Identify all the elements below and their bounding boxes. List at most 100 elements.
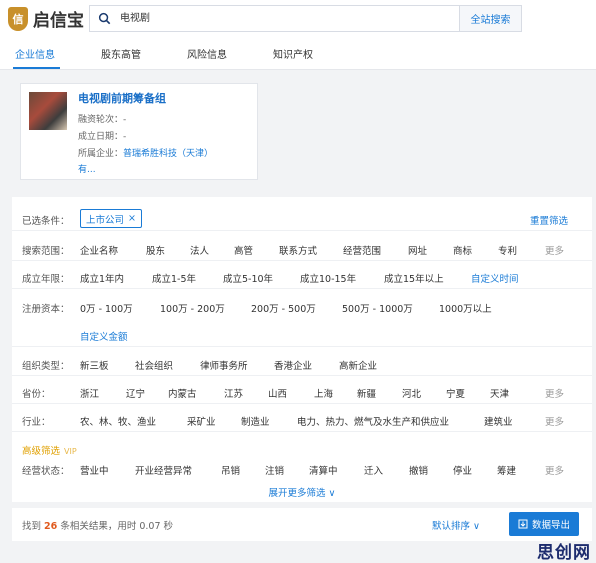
scope-option[interactable]: 企业名称 (80, 243, 118, 257)
capital-option[interactable]: 200万 - 500万 (251, 301, 316, 315)
more-toggle[interactable]: 更多 (545, 386, 564, 400)
industry-option[interactable]: 农、林、牧、渔业 (80, 414, 156, 428)
scope-option[interactable]: 商标 (453, 243, 472, 257)
custom-amount-link[interactable]: 自定义金额 (80, 329, 128, 343)
site-search-button[interactable]: 全站搜索 (460, 5, 522, 32)
registered-capital-row: 注册资本： 0万 - 100万 100万 - 200万 200万 - 500万 … (12, 295, 592, 319)
parent-company-label: 所属企业： (78, 149, 124, 159)
search-input[interactable] (120, 11, 440, 22)
parent-company-link[interactable]: 普瑞希胜科技（天津） (123, 149, 213, 159)
scope-option[interactable]: 专利 (498, 243, 517, 257)
status-option[interactable]: 吊销 (221, 463, 240, 477)
status-option[interactable]: 停业 (453, 463, 472, 477)
custom-time-link[interactable]: 自定义时间 (471, 271, 519, 285)
more-toggle[interactable]: 更多 (545, 243, 564, 257)
industry-option[interactable]: 建筑业 (484, 414, 513, 428)
status-option[interactable]: 清算中 (309, 463, 338, 477)
search-scope-row: 搜索范围： 企业名称 股东 法人 高管 联系方式 经营范围 网址 商标 专利 更… (12, 237, 592, 261)
export-icon (518, 519, 528, 529)
province-row: 省份： 浙江 辽宁 内蒙古 江苏 山西 上海 新疆 河北 宁夏 天津 更多 (12, 380, 592, 404)
funding-round: 融资轮次：- (78, 115, 127, 125)
close-icon[interactable]: × (128, 213, 136, 224)
province-option[interactable]: 浙江 (80, 386, 99, 400)
export-label: 数据导出 (531, 520, 570, 531)
company-card[interactable]: 电视剧前期筹备组 融资轮次：- 成立日期：- 所属企业：普瑞希胜科技（天津） 有… (20, 83, 258, 180)
selected-conditions-row: 已选条件： 上市公司 × 重置筛选 (12, 207, 592, 231)
active-tab-indicator (13, 67, 60, 69)
status-option[interactable]: 注销 (265, 463, 284, 477)
status-option[interactable]: 撤销 (409, 463, 428, 477)
status-option[interactable]: 营业中 (80, 463, 109, 477)
app-name: 启信宝 (33, 11, 84, 31)
org-option[interactable]: 高新企业 (339, 358, 377, 372)
chip-label: 上市公司 (86, 214, 125, 226)
org-option[interactable]: 律师事务所 (200, 358, 248, 372)
industry-option[interactable]: 电力、热力、燃气及水生产和供应业 (297, 414, 449, 428)
results-prefix: 找到 (22, 521, 42, 532)
age-option[interactable]: 成立1年内 (80, 271, 124, 285)
filter-label: 经营状态： (22, 466, 70, 477)
org-option[interactable]: 新三板 (80, 358, 109, 372)
scope-option[interactable]: 法人 (190, 243, 209, 257)
filter-label: 省份： (22, 389, 51, 400)
business-status-row: 经营状态： 营业中 开业经营异常 吊销 注销 清算中 迁入 撤销 停业 筹建 更… (12, 457, 592, 481)
scope-option[interactable]: 联系方式 (279, 243, 317, 257)
org-type-row: 组织类型： 新三板 社会组织 律师事务所 香港企业 高新企业 (12, 352, 592, 376)
company-title[interactable]: 电视剧前期筹备组 (78, 90, 166, 106)
province-option[interactable]: 山西 (268, 386, 287, 400)
capital-option[interactable]: 500万 - 1000万 (342, 301, 413, 315)
tab-ip[interactable]: 知识产权 (273, 46, 313, 61)
industry-option[interactable]: 采矿业 (187, 414, 216, 428)
province-option[interactable]: 河北 (402, 386, 421, 400)
more-toggle[interactable]: 更多 (545, 463, 564, 477)
more-toggle[interactable]: 更多 (545, 414, 564, 428)
selected-label: 已选条件： (22, 216, 70, 227)
expand-more-filters[interactable]: 展开更多筛选 ∨ (12, 485, 592, 499)
results-count: 26 (44, 521, 58, 532)
age-option[interactable]: 成立5-10年 (223, 271, 273, 285)
tab-bar: 企业信息 股东高管 风险信息 知识产权 (0, 40, 596, 70)
card-more-link[interactable]: 有... (78, 162, 96, 175)
province-option[interactable]: 内蒙古 (168, 386, 197, 400)
tab-shareholders[interactable]: 股东高管 (101, 46, 141, 61)
parent-company: 所属企业：普瑞希胜科技（天津） (78, 146, 213, 159)
age-option[interactable]: 成立1-5年 (152, 271, 196, 285)
scope-option[interactable]: 网址 (408, 243, 427, 257)
results-bar: 找到 26 条相关结果，用时 0.07 秒 默认排序 ∨ 数据导出 (12, 508, 592, 541)
status-option[interactable]: 筹建 (497, 463, 516, 477)
capital-option[interactable]: 100万 - 200万 (160, 301, 225, 315)
status-option[interactable]: 开业经营异常 (135, 463, 192, 477)
company-age-row: 成立年限： 成立1年内 成立1-5年 成立5-10年 成立10-15年 成立15… (12, 265, 592, 289)
province-option[interactable]: 上海 (314, 386, 333, 400)
industry-option[interactable]: 制造业 (241, 414, 270, 428)
search-box[interactable] (89, 5, 460, 32)
tab-risk-info[interactable]: 风险信息 (187, 46, 227, 61)
logo[interactable]: 信 启信宝 (8, 6, 84, 31)
results-suffix: 条相关结果，用时 0.07 秒 (60, 521, 174, 532)
scope-option[interactable]: 经营范围 (343, 243, 381, 257)
results-summary: 找到 26 条相关结果，用时 0.07 秒 (22, 518, 173, 532)
capital-option[interactable]: 0万 - 100万 (80, 301, 133, 315)
selected-chip[interactable]: 上市公司 × (80, 209, 142, 228)
age-option[interactable]: 成立10-15年 (300, 271, 356, 285)
scope-option[interactable]: 股东 (146, 243, 165, 257)
age-option[interactable]: 成立15年以上 (384, 271, 444, 285)
status-option[interactable]: 迁入 (364, 463, 383, 477)
org-option[interactable]: 香港企业 (274, 358, 312, 372)
reset-filters-link[interactable]: 重置筛选 (530, 213, 568, 227)
tab-company-info[interactable]: 企业信息 (15, 46, 55, 61)
sort-dropdown[interactable]: 默认排序 ∨ (432, 518, 480, 532)
province-option[interactable]: 天津 (490, 386, 509, 400)
shield-logo-icon: 信 (8, 6, 28, 31)
watermark: 思创网 (537, 543, 591, 563)
export-button[interactable]: 数据导出 (509, 512, 579, 536)
capital-option[interactable]: 1000万以上 (439, 301, 492, 315)
company-photo (29, 92, 67, 130)
province-option[interactable]: 江苏 (224, 386, 243, 400)
province-option[interactable]: 新疆 (357, 386, 376, 400)
province-option[interactable]: 辽宁 (126, 386, 145, 400)
org-option[interactable]: 社会组织 (135, 358, 173, 372)
province-option[interactable]: 宁夏 (446, 386, 465, 400)
filter-panel: 已选条件： 上市公司 × 重置筛选 搜索范围： 企业名称 股东 法人 高管 联系… (12, 197, 592, 502)
scope-option[interactable]: 高管 (234, 243, 253, 257)
